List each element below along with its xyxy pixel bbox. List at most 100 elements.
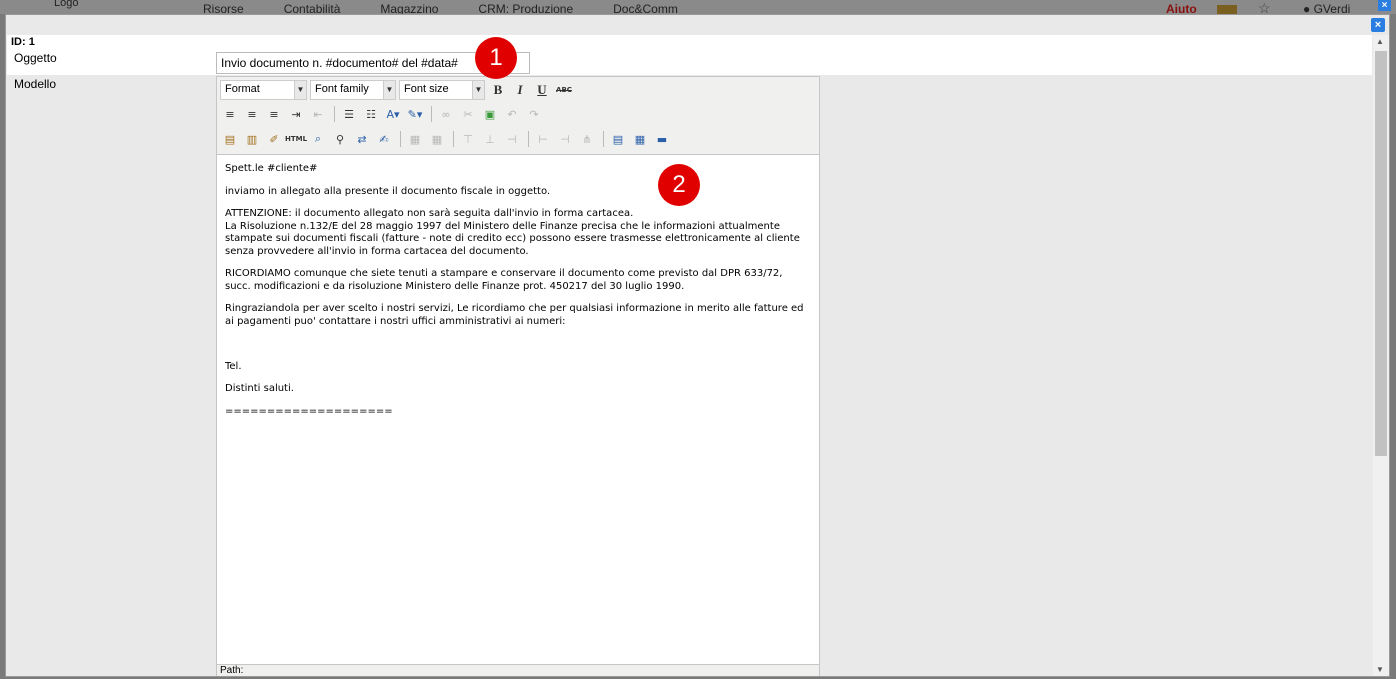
toolbar-row-1: Format ▼ Font family ▼ Font size ▼ B I U… <box>220 79 576 101</box>
scroll-up-icon[interactable]: ▲ <box>1376 37 1384 46</box>
col-after-icon[interactable]: ⊣ <box>555 129 575 149</box>
body-paragraph-3: RICORDIAMO comunque che siete tenuti a s… <box>225 268 783 292</box>
close-icon[interactable]: × <box>1371 18 1385 32</box>
col-before-icon[interactable]: ⊢ <box>533 129 553 149</box>
delete-col-icon[interactable]: ⋔ <box>577 129 597 149</box>
bold-button[interactable]: B <box>488 80 508 100</box>
editor-path-bar: Path: <box>217 664 819 676</box>
font-family-select[interactable]: Font family ▼ <box>310 80 396 100</box>
paste-text-icon[interactable]: ▥ <box>242 129 262 149</box>
modello-row: Modello Format ▼ Font family ▼ Font size… <box>7 75 1372 676</box>
tel-line: Tel. <box>225 360 242 372</box>
highlight-color-icon[interactable]: ✎▾ <box>405 104 425 124</box>
background-app-header: Logo Risorse Contabilità Magazzino CRM: … <box>0 0 1396 14</box>
body-paragraph-4: Ringraziandola per aver scelto i nostri … <box>225 303 804 327</box>
font-size-select[interactable]: Font size ▼ <box>399 80 485 100</box>
flag-icon <box>1217 5 1237 14</box>
editor-body[interactable]: Spett.le #cliente# inviamo in allegato a… <box>217 155 819 664</box>
redo-icon[interactable]: ↷ <box>524 104 544 124</box>
unlink-icon[interactable]: ✂ <box>458 104 478 124</box>
align-right-icon[interactable]: ≡ <box>264 104 284 124</box>
attention-line: ATTENZIONE: il documento allegato non sa… <box>225 208 634 219</box>
image-icon[interactable]: ▣ <box>480 104 500 124</box>
record-id: ID: 1 <box>11 36 35 48</box>
toolbar-separator <box>528 131 529 147</box>
align-center-icon[interactable]: ≡ <box>242 104 262 124</box>
nav-item-magazzino: Magazzino <box>380 2 439 14</box>
callout-marker-2: 2 <box>658 164 700 206</box>
italic-button[interactable]: I <box>510 80 530 100</box>
modello-label: Modello <box>14 77 57 91</box>
strikethrough-button[interactable]: ABC <box>554 80 574 100</box>
toolbar-separator <box>603 131 604 147</box>
toolbar-separator <box>431 106 432 122</box>
oggetto-row: ID: 1 Oggetto <box>7 35 1372 75</box>
chevron-down-icon: ▼ <box>472 81 484 99</box>
format-select[interactable]: Format ▼ <box>220 80 307 100</box>
body-paragraph-2: ATTENZIONE: il documento allegato non sa… <box>225 208 811 258</box>
path-label: Path: <box>220 665 244 676</box>
help-link: Aiuto <box>1166 2 1197 14</box>
numbered-list-icon[interactable]: ☷ <box>361 104 381 124</box>
chevron-down-icon: ▼ <box>383 81 395 99</box>
find-icon[interactable]: ⚲ <box>330 129 350 149</box>
nav-item-crm: CRM: Produzione <box>478 2 574 14</box>
user-name: ● GVerdi <box>1303 2 1351 14</box>
edit-icon[interactable]: ✍ <box>374 129 394 149</box>
table-props-icon[interactable]: ▦ <box>427 129 447 149</box>
toolbar-separator <box>453 131 454 147</box>
bullet-list-icon[interactable]: ☰ <box>339 104 359 124</box>
toolbar-row-2: ≡ ≡ ≡ ⇥ ⇤ ☰ ☷ A▾ ✎▾ ∞ ✂ ▣ ↶ ↷ <box>220 103 546 125</box>
html-button[interactable]: HTML <box>285 129 307 149</box>
nav-item-contabilita: Contabilità <box>283 2 341 14</box>
clean-brush-icon[interactable]: ✐ <box>264 129 284 149</box>
font-family-select-label: Font family <box>315 83 369 95</box>
horizontal-rule-icon[interactable]: ▬ <box>652 129 672 149</box>
toolbar-separator <box>334 106 335 122</box>
delete-row-icon[interactable]: ⊣ <box>502 129 522 149</box>
merge-cells-icon[interactable]: ▦ <box>630 129 650 149</box>
outdent-icon[interactable]: ⇤ <box>308 104 328 124</box>
app-logo: Logo <box>54 0 79 9</box>
vertical-scrollbar[interactable]: ▲ ▼ <box>1373 35 1389 676</box>
row-after-icon[interactable]: ⊥ <box>480 129 500 149</box>
text-color-icon[interactable]: A▾ <box>383 104 403 124</box>
callout-marker-1: 1 <box>475 37 517 79</box>
link-icon[interactable]: ∞ <box>436 104 456 124</box>
table-icon[interactable]: ▦ <box>405 129 425 149</box>
star-icon: ☆ <box>1258 0 1271 14</box>
editor-toolbar: Format ▼ Font family ▼ Font size ▼ B I U… <box>217 77 819 155</box>
oggetto-label: Oggetto <box>14 51 57 65</box>
nav-item-risorse: Risorse <box>203 2 244 14</box>
close-icon[interactable]: × <box>1378 0 1391 11</box>
nav-item-doccomm: Doc&Comm <box>613 2 678 14</box>
modal-titlebar: × <box>6 15 1389 35</box>
closing-text: Distinti saluti. <box>225 383 294 394</box>
modal-content: ID: 1 Oggetto Modello Format ▼ Font fami… <box>7 35 1372 676</box>
rich-text-editor: Format ▼ Font family ▼ Font size ▼ B I U… <box>216 76 820 676</box>
body-paragraph-1: inviamo in allegato alla presente il doc… <box>225 185 551 197</box>
format-select-label: Format <box>225 83 260 95</box>
toolbar-separator <box>400 131 401 147</box>
risoluzione-text: La Risoluzione n.132/E del 28 maggio 199… <box>225 220 800 257</box>
underline-button[interactable]: U <box>532 80 552 100</box>
scroll-down-icon[interactable]: ▼ <box>1376 665 1384 674</box>
row-before-icon[interactable]: ⊤ <box>458 129 478 149</box>
align-left-icon[interactable]: ≡ <box>220 104 240 124</box>
preview-icon[interactable]: ⌕ <box>308 129 328 149</box>
separator-line: ==================== <box>225 405 393 417</box>
scrollbar-thumb[interactable] <box>1375 51 1387 456</box>
paste-icon[interactable]: ▤ <box>220 129 240 149</box>
indent-icon[interactable]: ⇥ <box>286 104 306 124</box>
chevron-down-icon: ▼ <box>294 81 306 99</box>
font-size-select-label: Font size <box>404 83 449 95</box>
user-name-text: GVerdi <box>1313 2 1351 14</box>
toolbar-row-3: ▤ ▥ ✐ HTML ⌕ ⚲ ⇄ ✍ ▦ ▦ ⊤ ⊥ ⊣ ⊢ ⊣ ⋔ ▤ ▦ ▬ <box>220 128 674 150</box>
background-nav: Risorse Contabilità Magazzino CRM: Produ… <box>203 2 718 14</box>
replace-icon[interactable]: ⇄ <box>352 129 372 149</box>
undo-icon[interactable]: ↶ <box>502 104 522 124</box>
split-cells-icon[interactable]: ▤ <box>608 129 628 149</box>
edit-template-modal: × ID: 1 Oggetto Modello Format ▼ Font fa… <box>5 14 1390 677</box>
greeting-text: Spett.le #cliente# <box>225 163 318 174</box>
